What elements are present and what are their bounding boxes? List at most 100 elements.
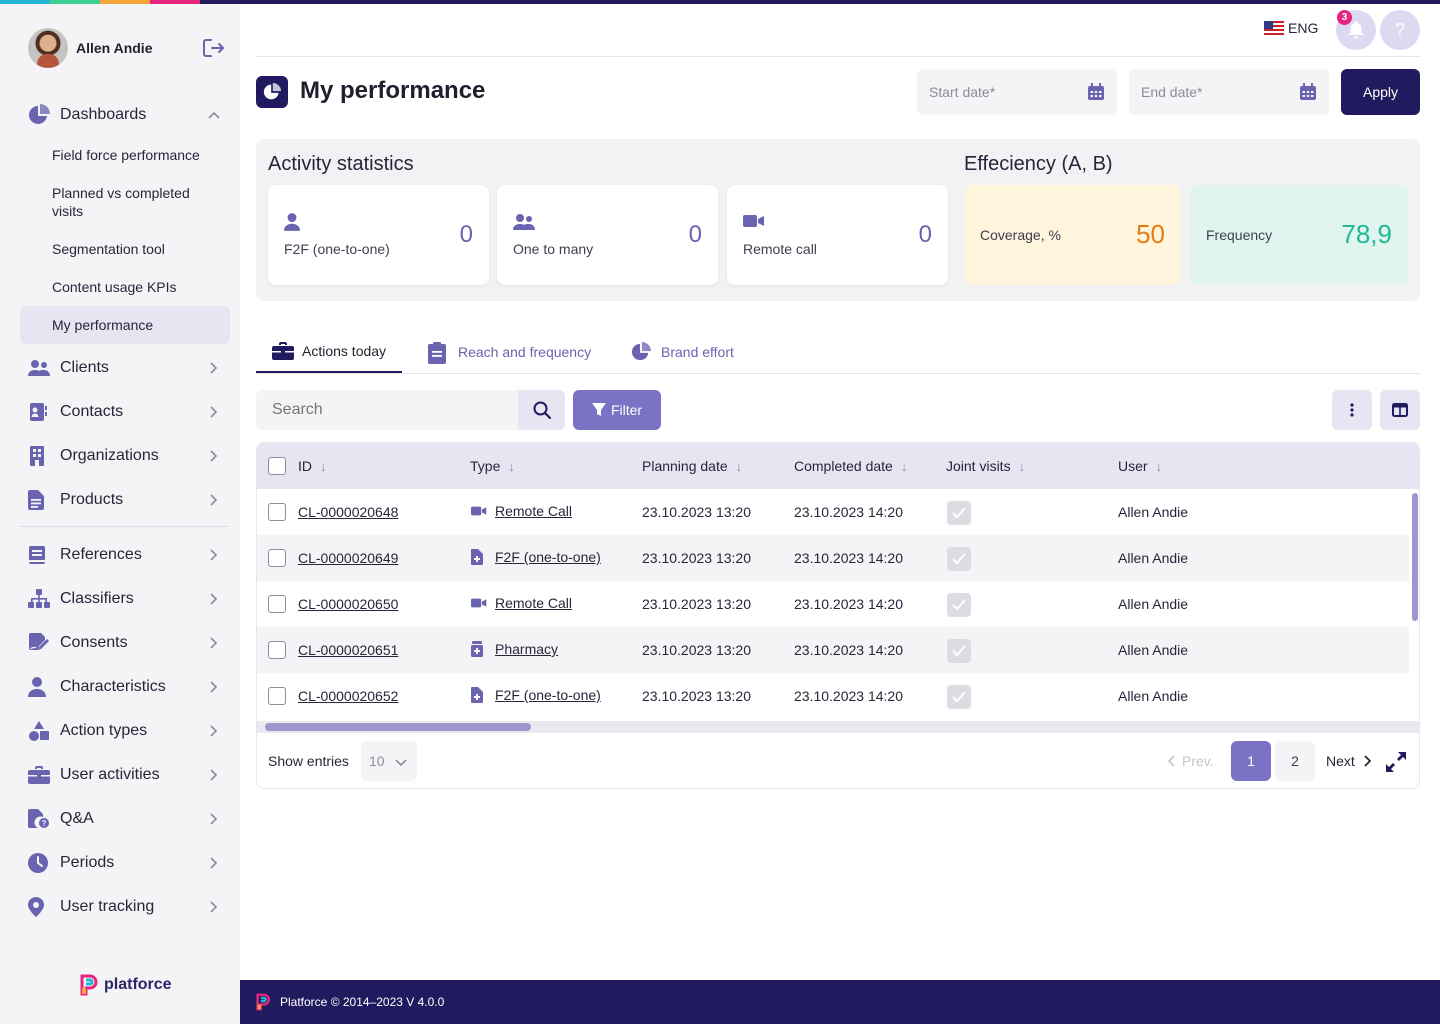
apply-button[interactable]: Apply — [1341, 69, 1420, 115]
sidebar-item-characteristics[interactable]: Characteristics — [28, 672, 224, 702]
column-header-user[interactable]: User ↓ — [1118, 458, 1162, 474]
tab-brand-effort[interactable]: Brand effort — [631, 330, 734, 373]
logout-icon[interactable] — [202, 38, 226, 58]
prev-page-label: Prev. — [1182, 753, 1214, 769]
row-id-link[interactable]: CL-0000020651 — [298, 642, 398, 658]
search-input[interactable] — [256, 390, 518, 430]
chevron-down-icon — [395, 755, 407, 767]
columns-toggle-button[interactable] — [1380, 390, 1420, 430]
row-user: Allen Andie — [1118, 642, 1189, 658]
row-type-link[interactable]: Pharmacy — [495, 641, 558, 657]
table-row[interactable]: CL-0000020651 Pharmacy 23.10.2023 13:20 … — [257, 627, 1409, 673]
row-id-link[interactable]: CL-0000020648 — [298, 504, 398, 520]
entries-value: 10 — [369, 753, 385, 769]
page-title: My performance — [300, 77, 486, 104]
sort-arrow-icon[interactable]: ↓ — [320, 459, 327, 474]
tab-actions-today[interactable]: Actions today — [256, 330, 403, 373]
more-options-button[interactable] — [1332, 390, 1372, 430]
language-selector[interactable]: ENG — [1264, 20, 1318, 36]
horizontal-scrollbar[interactable] — [257, 721, 1419, 733]
page-1-button[interactable]: 1 — [1231, 741, 1271, 781]
row-type-link[interactable]: Remote Call — [495, 503, 572, 519]
sidebar-subitem-planned-vs-completed[interactable]: Planned vs completed visits — [20, 182, 230, 222]
tab-reach-and-frequency[interactable]: Reach and frequency — [428, 330, 591, 373]
sidebar-item-action-types[interactable]: Action types — [28, 716, 224, 746]
sidebar-item-label: Classifiers — [60, 590, 134, 607]
notification-count-badge: 3 — [1337, 10, 1352, 25]
sidebar-item-qa[interactable]: ? Q&A — [28, 804, 224, 834]
sort-arrow-icon[interactable]: ↓ — [736, 459, 743, 474]
table-row[interactable]: CL-0000020652 F2F (one-to-one) 23.10.202… — [257, 673, 1409, 719]
vertical-scrollbar-thumb[interactable] — [1412, 493, 1418, 621]
sort-arrow-icon[interactable]: ↓ — [1156, 459, 1163, 474]
filter-button[interactable]: Filter — [573, 390, 661, 430]
table-row[interactable]: CL-0000020650 Remote Call 23.10.2023 13:… — [257, 581, 1409, 627]
sidebar-item-user-tracking[interactable]: User tracking — [28, 892, 224, 922]
users-icon — [513, 213, 537, 233]
sidebar-item-contacts[interactable]: Contacts — [28, 397, 224, 427]
user-profile[interactable]: Allen Andie — [28, 28, 228, 68]
column-header-joint-visits[interactable]: Joint visits ↓ — [946, 458, 1025, 474]
row-id-link[interactable]: CL-0000020650 — [298, 596, 398, 612]
column-header-completed-date[interactable]: Completed date ↓ — [794, 458, 907, 474]
row-checkbox[interactable] — [268, 687, 286, 705]
sidebar-subitem-content-usage[interactable]: Content usage KPIs — [20, 274, 230, 300]
sidebar-subitem-my-performance[interactable]: My performance — [20, 306, 230, 344]
row-type-link[interactable]: F2F (one-to-one) — [495, 549, 601, 565]
avatar[interactable] — [28, 28, 68, 68]
row-checkbox[interactable] — [268, 641, 286, 659]
sidebar-item-references[interactable]: References — [28, 540, 224, 570]
sidebar-subitem-segmentation[interactable]: Segmentation tool — [20, 236, 230, 262]
row-type[interactable]: Remote Call — [471, 503, 572, 519]
sidebar-item-classifiers[interactable]: Classifiers — [28, 584, 224, 614]
row-type[interactable]: Pharmacy — [471, 641, 558, 657]
row-type[interactable]: F2F (one-to-one) — [471, 549, 601, 565]
sidebar-item-organizations[interactable]: Organizations — [28, 441, 224, 471]
row-type-link[interactable]: F2F (one-to-one) — [495, 687, 601, 703]
sidebar-item-clients[interactable]: Clients — [28, 353, 224, 383]
sidebar-item-products[interactable]: Products — [28, 485, 224, 515]
row-checkbox[interactable] — [268, 549, 286, 567]
sort-arrow-icon[interactable]: ↓ — [1019, 459, 1026, 474]
search-button[interactable] — [518, 390, 565, 430]
pie-chart-title-icon — [256, 76, 288, 108]
expand-icon[interactable] — [1385, 751, 1407, 773]
start-date-input[interactable]: Start date* — [917, 69, 1117, 115]
calendar-icon[interactable] — [1087, 83, 1105, 101]
table-row[interactable]: CL-0000020649 F2F (one-to-one) 23.10.202… — [257, 535, 1409, 581]
prev-page-button[interactable]: Prev. — [1168, 753, 1214, 769]
table-row[interactable]: CL-0000020648 Remote Call 23.10.2023 13:… — [257, 489, 1409, 535]
help-button[interactable]: ? — [1380, 10, 1420, 50]
sidebar-item-consents[interactable]: Consents — [28, 628, 224, 658]
next-page-button[interactable]: Next — [1326, 753, 1371, 769]
coverage-value: 50 — [1136, 219, 1165, 249]
stat-card-remote-call: Remote call 0 — [727, 185, 948, 285]
top-color-stripe — [0, 0, 1440, 4]
calendar-icon[interactable] — [1299, 83, 1317, 101]
row-checkbox[interactable] — [268, 503, 286, 521]
vertical-scrollbar[interactable] — [1409, 489, 1419, 721]
row-type-link[interactable]: Remote Call — [495, 595, 572, 611]
row-checkbox[interactable] — [268, 595, 286, 613]
sidebar-item-periods[interactable]: Periods — [28, 848, 224, 878]
sidebar-item-user-activities[interactable]: User activities — [28, 760, 224, 790]
column-header-id[interactable]: ID ↓ — [298, 458, 327, 474]
page-2-button[interactable]: 2 — [1275, 741, 1315, 781]
actions-table: ID ↓ Type ↓ Planning date ↓ Completed date ↓… — [256, 442, 1420, 789]
sort-arrow-icon[interactable]: ↓ — [901, 459, 908, 474]
column-header-planning-date[interactable]: Planning date ↓ — [642, 458, 742, 474]
row-id-link[interactable]: CL-0000020652 — [298, 688, 398, 704]
select-all-checkbox[interactable] — [268, 457, 286, 475]
horizontal-scrollbar-thumb[interactable] — [265, 723, 531, 731]
row-id-link[interactable]: CL-0000020649 — [298, 550, 398, 566]
column-header-label: Planning date — [642, 458, 728, 474]
column-header-type[interactable]: Type ↓ — [470, 458, 515, 474]
row-type[interactable]: F2F (one-to-one) — [471, 687, 601, 703]
sidebar-subitem-field-force[interactable]: Field force performance — [20, 142, 230, 168]
sort-arrow-icon[interactable]: ↓ — [508, 459, 515, 474]
chevron-right-icon — [208, 900, 218, 914]
end-date-input[interactable]: End date* — [1129, 69, 1329, 115]
entries-per-page-select[interactable]: 10 — [361, 741, 417, 781]
row-type[interactable]: Remote Call — [471, 595, 572, 611]
sidebar-item-dashboards[interactable]: Dashboards — [28, 100, 224, 130]
